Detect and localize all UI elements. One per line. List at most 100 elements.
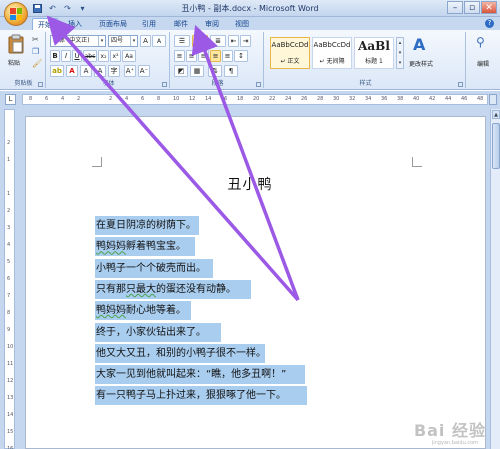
ruler-tick: 9 <box>7 327 11 333</box>
show-marks-icon[interactable]: ¶ <box>224 65 238 77</box>
horizontal-ruler[interactable]: 8 6 4 2 2 4 6 8 10 12 14 16 18 20 22 24 26 28 30 32 34 36 38 40… <box>22 94 488 105</box>
enclose-char-icon[interactable]: 字 <box>108 65 120 77</box>
document-line[interactable]: 他又大又丑，和别的小鸭子很不一样。 <box>95 343 266 363</box>
strikethrough-button[interactable]: abc <box>83 50 97 62</box>
ruler-tick: 36 <box>381 96 388 102</box>
tab-selector[interactable]: L <box>5 94 16 105</box>
office-button[interactable] <box>4 2 28 26</box>
minimize-button[interactable]: – <box>447 1 463 14</box>
view-ruler-toggle[interactable] <box>489 94 497 105</box>
ruler-tick: 5 <box>7 259 11 265</box>
document-line[interactable]: 鸭妈妈耐心地等着。 <box>95 301 191 321</box>
ruler-tick: 24 <box>285 96 292 102</box>
copy-icon[interactable]: ❐ <box>32 47 39 56</box>
ruler-tick: 2 <box>109 96 113 102</box>
italic-button[interactable]: I <box>61 50 71 62</box>
document-line[interactable]: 大家一见到他就叫起来：“瞧，他多丑啊！” <box>95 365 305 385</box>
align-right-icon[interactable]: ≡ <box>198 50 209 62</box>
font-dialog-launcher[interactable] <box>162 82 167 87</box>
paragraph-group: ☰ ☷ ≣ ⇤ ⇥ ≡ ≡ ≡ ≡ ≡ ↕ ◩ ▦ ⇅ ¶ 段落 <box>172 32 264 88</box>
highlight-color-icon[interactable]: ab <box>50 65 64 77</box>
tab-page-layout[interactable]: 页面布局 <box>96 18 130 30</box>
ruler-tick: 40 <box>413 96 420 102</box>
font-style-icon[interactable]: A <box>140 35 151 47</box>
document-line[interactable]: 终于，小家伙钻出来了。 <box>95 322 221 342</box>
crop-mark <box>92 157 102 167</box>
line-text: 小鸭子一个个破壳而出。 <box>96 262 206 274</box>
style-no-spacing[interactable]: AaBbCcDd ↵ 无间隔 <box>312 37 352 69</box>
ruler-tick: 4 <box>125 96 129 102</box>
char-shading-icon[interactable]: A <box>80 65 92 77</box>
scroll-up-icon[interactable]: ▲ <box>492 110 500 119</box>
ruler-tick: 11 <box>7 361 14 367</box>
cut-icon[interactable]: ✂ <box>32 35 39 44</box>
ruler-tick: 26 <box>301 96 308 102</box>
subscript-button[interactable]: x₂ <box>98 50 109 62</box>
document-line[interactable]: 只有那只最大的蛋还没有动静。 <box>95 279 251 299</box>
shading-icon[interactable]: ◩ <box>174 65 188 77</box>
justify-icon[interactable]: ≡ <box>210 50 221 62</box>
editing-group: ⚲ 编辑 <box>468 32 498 88</box>
bold-button[interactable]: B <box>50 50 60 62</box>
paragraph-dialog-launcher[interactable] <box>256 82 261 87</box>
vertical-scrollbar[interactable]: ▲ <box>490 109 500 449</box>
font-group: 宋体 (中文正) ▾ 四号 ▾ A A B I U abc x₂ x² Aa a… <box>48 32 170 88</box>
change-case-icon[interactable]: Aa <box>122 50 136 62</box>
maximize-button[interactable]: ▫ <box>464 1 480 14</box>
window-title: 丑小鸭 - 副本.docx - Microsoft Word <box>181 4 319 13</box>
tab-view[interactable]: 视图 <box>231 18 253 30</box>
crop-mark <box>412 157 422 167</box>
char-border-icon[interactable]: A <box>94 65 106 77</box>
superscript-button[interactable]: x² <box>110 50 121 62</box>
document-line[interactable]: 有一只鸭子马上扑过来，狠狠啄了他一下。 <box>95 386 307 406</box>
align-center-icon[interactable]: ≡ <box>186 50 197 62</box>
ruler-tick: 28 <box>317 96 324 102</box>
clipboard-dialog-launcher[interactable] <box>38 82 43 87</box>
bullets-icon[interactable]: ☰ <box>174 35 190 47</box>
tab-home[interactable]: 开始 <box>32 18 58 30</box>
tab-references[interactable]: 引用 <box>138 18 160 30</box>
grow-font-icon[interactable]: A⁺ <box>124 65 136 77</box>
font-size-select[interactable]: 四号 ▾ <box>108 35 138 47</box>
tab-review[interactable]: 审阅 <box>201 18 223 30</box>
style-normal[interactable]: AaBbCcDd ↵ 正文 <box>270 37 310 69</box>
ruler-tick: 3 <box>7 225 11 231</box>
ruler-tick: 2 <box>77 96 81 102</box>
font-color-icon[interactable]: A <box>66 65 78 77</box>
styles-dialog-launcher[interactable] <box>458 82 463 87</box>
borders-icon[interactable]: ▦ <box>190 65 204 77</box>
document-line[interactable]: 鸭妈妈孵着鸭宝宝。 <box>95 237 195 257</box>
line-text: 他又大又丑，和别的小鸭子很不一样。 <box>96 347 266 359</box>
align-left-icon[interactable]: ≡ <box>174 50 185 62</box>
title-bar: ↶ ↷ ▾ 丑小鸭 - 副本.docx - Microsoft Word – ▫… <box>0 0 500 17</box>
close-button[interactable]: ✕ <box>481 1 497 14</box>
sort-icon[interactable]: ⇅ <box>208 65 222 77</box>
edit-button[interactable]: ⚲ 编辑 <box>470 35 496 75</box>
style-heading-1[interactable]: AaBl 标题 1 <box>354 37 394 69</box>
tab-mailings[interactable]: 邮件 <box>170 18 192 30</box>
numbering-icon[interactable]: ☷ <box>192 35 208 47</box>
document-line[interactable]: 在夏日阴凉的树荫下。 <box>95 216 199 235</box>
distributed-icon[interactable]: ≡ <box>222 50 233 62</box>
vertical-ruler[interactable]: 2 1 1 2 3 4 5 6 7 8 9 10 11 12 13 14 15 16 <box>4 109 15 449</box>
multilevel-list-icon[interactable]: ≣ <box>210 35 226 47</box>
tab-insert[interactable]: 插入 <box>64 18 86 30</box>
document-title[interactable]: 丑小鸭 <box>0 174 500 194</box>
increase-indent-icon[interactable]: ⇥ <box>240 35 251 47</box>
line-text: 耐心地等着。 <box>126 305 186 317</box>
underline-button[interactable]: U <box>72 50 82 62</box>
decrease-indent-icon[interactable]: ⇤ <box>228 35 239 47</box>
ruler-tick: 12 <box>7 378 14 384</box>
clear-format-icon[interactable]: A <box>152 35 166 47</box>
styles-scroll[interactable]: ▴ ▾ ▾ <box>396 37 404 69</box>
scroll-thumb[interactable] <box>492 123 500 169</box>
document-line[interactable]: 小鸭子一个个破壳而出。 <box>95 258 213 278</box>
format-painter-icon[interactable]: 🖌 <box>32 59 42 68</box>
styles-group-label: 样式 <box>359 80 372 87</box>
help-icon[interactable]: ? <box>485 19 494 28</box>
change-styles-button[interactable]: A 更改样式 <box>406 35 436 75</box>
shrink-font-icon[interactable]: A⁻ <box>138 65 150 77</box>
font-name-select[interactable]: 宋体 (中文正) ▾ <box>50 35 106 47</box>
line-spacing-icon[interactable]: ↕ <box>234 50 248 62</box>
paste-button[interactable]: 粘贴 <box>6 34 26 70</box>
